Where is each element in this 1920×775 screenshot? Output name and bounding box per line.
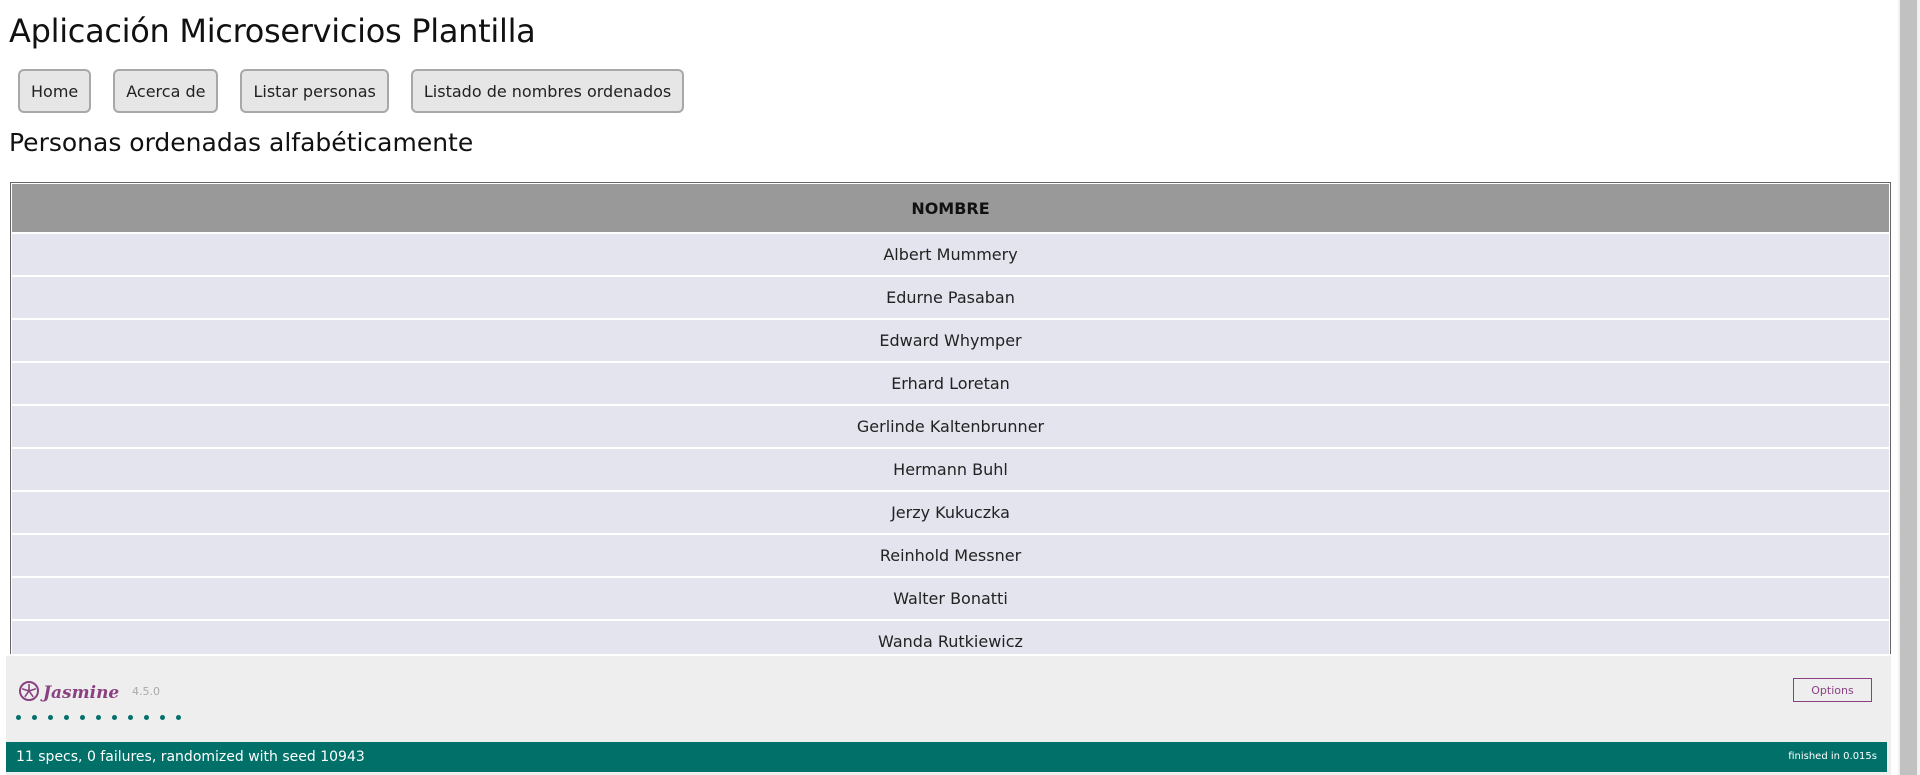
- spec-passed-dot[interactable]: [160, 715, 165, 720]
- vertical-scrollbar[interactable]: [1898, 0, 1920, 775]
- jasmine-flower-icon: [18, 680, 40, 706]
- jasmine-logo-text: Jasmine: [43, 683, 120, 703]
- name-cell: Albert Mummery: [12, 233, 1889, 277]
- scrollbar-thumb[interactable]: [1900, 0, 1917, 775]
- jasmine-logo: Jasmine: [18, 680, 119, 706]
- spec-passed-dot[interactable]: [64, 715, 69, 720]
- name-cell: Walter Bonatti: [12, 577, 1889, 621]
- options-button[interactable]: Options: [1793, 678, 1872, 702]
- people-table: NOMBRE Albert Mummery Edurne Pasaban Edw…: [12, 184, 1889, 654]
- table-row: Edurne Pasaban: [12, 276, 1889, 320]
- column-header-nombre: NOMBRE: [12, 184, 1889, 234]
- summary-bar: 11 specs, 0 failures, randomized with se…: [6, 742, 1887, 772]
- table-row: Walter Bonatti: [12, 577, 1889, 621]
- spec-passed-dot[interactable]: [96, 715, 101, 720]
- nav-sorted-names-button[interactable]: Listado de nombres ordenados: [410, 69, 685, 113]
- table-row: Albert Mummery: [12, 233, 1889, 277]
- spec-passed-dot[interactable]: [144, 715, 149, 720]
- spec-passed-dot[interactable]: [112, 715, 117, 720]
- name-cell: Erhard Loretan: [12, 362, 1889, 406]
- spec-passed-dot[interactable]: [176, 715, 181, 720]
- people-table-body: Albert Mummery Edurne Pasaban Edward Why…: [12, 233, 1889, 654]
- jasmine-reporter: Jasmine 4.5.0 Options 11 specs, 0 failur…: [6, 656, 1891, 775]
- name-cell: Gerlinde Kaltenbrunner: [12, 405, 1889, 449]
- table-row: Gerlinde Kaltenbrunner: [12, 405, 1889, 449]
- jasmine-version: 4.5.0: [132, 685, 160, 698]
- table-row: Jerzy Kukuczka: [12, 491, 1889, 535]
- main-nav: Home Acerca de Listar personas Listado d…: [18, 69, 685, 113]
- table-row: Hermann Buhl: [12, 448, 1889, 492]
- spec-passed-dot[interactable]: [48, 715, 53, 720]
- spec-passed-dot[interactable]: [16, 715, 21, 720]
- table-header-row: NOMBRE: [12, 184, 1889, 234]
- table-row: Wanda Rutkiewicz: [12, 620, 1889, 654]
- app-title: Aplicación Microservicios Plantilla: [9, 12, 536, 50]
- section-title: Personas ordenadas alfabéticamente: [9, 128, 474, 157]
- name-cell: Jerzy Kukuczka: [12, 491, 1889, 535]
- table-row: Edward Whymper: [12, 319, 1889, 363]
- spec-passed-dot[interactable]: [32, 715, 37, 720]
- summary-duration: finished in 0.015s: [1788, 751, 1877, 762]
- nav-list-people-button[interactable]: Listar personas: [240, 69, 389, 113]
- people-table-container: NOMBRE Albert Mummery Edurne Pasaban Edw…: [10, 182, 1891, 654]
- name-cell: Edward Whymper: [12, 319, 1889, 363]
- nav-about-button[interactable]: Acerca de: [113, 69, 219, 113]
- nav-home-button[interactable]: Home: [18, 69, 92, 113]
- name-cell: Reinhold Messner: [12, 534, 1889, 578]
- table-row: Erhard Loretan: [12, 362, 1889, 406]
- spec-passed-dot[interactable]: [80, 715, 85, 720]
- name-cell: Hermann Buhl: [12, 448, 1889, 492]
- table-row: Reinhold Messner: [12, 534, 1889, 578]
- name-cell: Edurne Pasaban: [12, 276, 1889, 320]
- spec-passed-dot[interactable]: [128, 715, 133, 720]
- name-cell: Wanda Rutkiewicz: [12, 620, 1889, 654]
- spec-result-dots: [16, 715, 181, 720]
- summary-text: 11 specs, 0 failures, randomized with se…: [16, 749, 365, 765]
